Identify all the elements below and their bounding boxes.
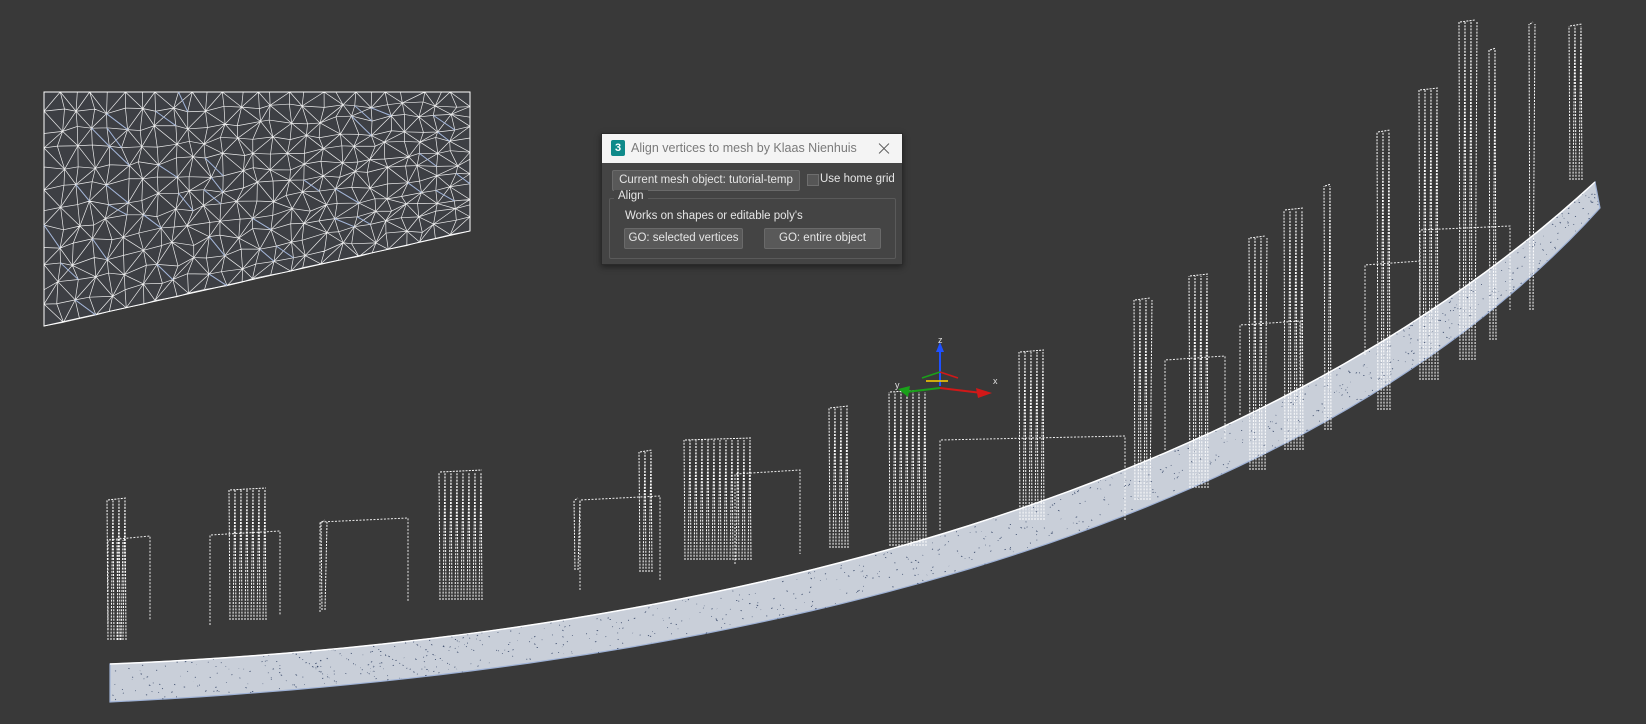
go-entire-object-button[interactable]: GO: entire object — [764, 228, 881, 249]
terrain-mesh-preview[interactable] — [43, 91, 471, 327]
current-mesh-object-button[interactable]: Current mesh object: tutorial-temp — [612, 170, 800, 191]
app-icon: 3 — [611, 140, 625, 156]
gizmo-y-label: y — [895, 380, 900, 390]
dialog-titlebar[interactable]: 3 Align vertices to mesh by Klaas Nienhu… — [602, 134, 902, 163]
gizmo-x-axis — [939, 387, 983, 394]
info-text: Works on shapes or editable poly's — [625, 210, 803, 222]
transform-gizmo[interactable]: z x y — [895, 335, 998, 398]
align-dialog[interactable]: 3 Align vertices to mesh by Klaas Nienhu… — [601, 133, 903, 265]
go-selected-vertices-button[interactable]: GO: selected vertices — [624, 228, 743, 249]
viewport[interactable]: z x y — [0, 0, 1646, 724]
dialog-title: Align vertices to mesh by Klaas Nienhuis — [631, 141, 857, 155]
close-icon[interactable] — [872, 138, 896, 159]
use-home-grid-checkbox[interactable] — [807, 174, 819, 186]
viewport-scene[interactable]: z x y — [0, 0, 1646, 724]
gizmo-y-axis — [905, 387, 941, 393]
gizmo-x-arrow — [976, 388, 992, 398]
use-home-grid-label: Use home grid — [820, 173, 895, 185]
align-group: Align Works on shapes or editable poly's… — [609, 190, 896, 259]
align-group-label: Align — [614, 190, 648, 202]
gizmo-z-label: z — [938, 335, 943, 345]
gizmo-x-label: x — [993, 376, 998, 386]
